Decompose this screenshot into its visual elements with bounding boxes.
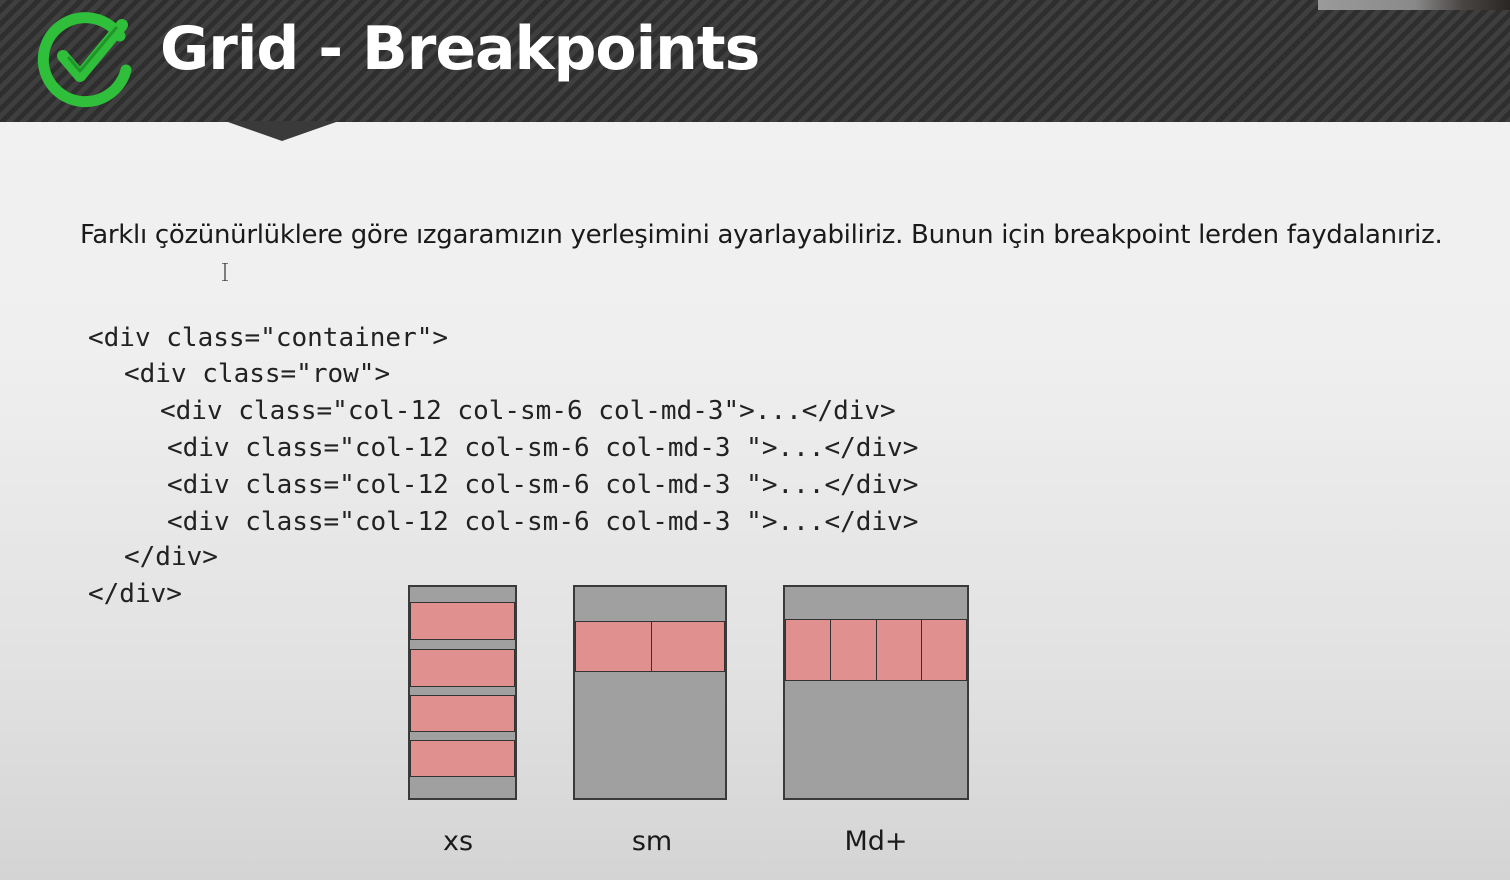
green-checkmark-icon xyxy=(37,12,132,108)
code-line-4: <div class="col-12 col-sm-6 col-md-3 ">.… xyxy=(167,433,919,463)
intro-paragraph: Farklı çözünürlüklere göre ızgaramızın y… xyxy=(80,220,1443,250)
md-grid-diagram xyxy=(783,585,969,800)
xs-grid-diagram xyxy=(408,585,517,800)
xs-column-3 xyxy=(410,695,515,732)
xs-label: xs xyxy=(442,826,474,857)
video-overlay-strip xyxy=(1318,0,1510,10)
sm-label: sm xyxy=(631,826,673,857)
code-line-3: <div class="col-12 col-sm-6 col-md-3">..… xyxy=(160,396,896,426)
md-column-1 xyxy=(785,619,831,681)
code-line-7: </div> xyxy=(124,542,218,572)
xs-column-2 xyxy=(410,649,515,687)
slide-title: Grid - Breakpoints xyxy=(160,14,760,84)
code-line-8: </div> xyxy=(88,579,182,609)
md-label: Md+ xyxy=(844,826,908,857)
md-column-2 xyxy=(830,619,877,681)
code-line-1: <div class="container"> xyxy=(88,323,449,353)
sm-grid-diagram xyxy=(573,585,727,800)
code-line-2: <div class="row"> xyxy=(124,359,391,389)
sm-column-2 xyxy=(651,621,725,672)
md-column-3 xyxy=(876,619,922,681)
xs-column-1 xyxy=(410,602,515,640)
code-line-6: <div class="col-12 col-sm-6 col-md-3 ">.… xyxy=(167,507,919,537)
text-cursor-icon xyxy=(222,263,228,281)
code-line-5: <div class="col-12 col-sm-6 col-md-3 ">.… xyxy=(167,470,919,500)
sm-column-1 xyxy=(575,621,652,672)
xs-column-4 xyxy=(410,740,515,777)
md-column-4 xyxy=(921,619,967,681)
header-notch xyxy=(225,121,339,141)
